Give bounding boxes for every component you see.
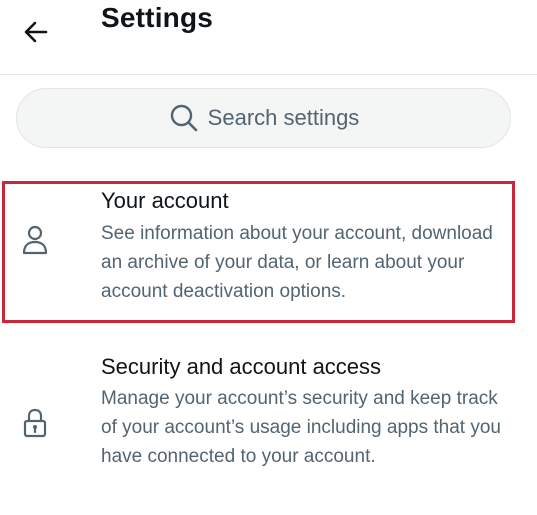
search-placeholder: Search settings bbox=[207, 105, 360, 130]
search-icon bbox=[168, 102, 200, 134]
person-icon bbox=[19, 223, 51, 259]
arrow-left-icon bbox=[22, 18, 50, 51]
top-bar: Settings bbox=[0, 0, 537, 75]
lock-icon bbox=[19, 405, 51, 441]
settings-item-description: See information about your account, down… bbox=[101, 223, 493, 302]
settings-item-description: Manage your account’s security and keep … bbox=[101, 388, 501, 467]
settings-item-security[interactable]: Security and account access Manage your … bbox=[0, 344, 537, 504]
search-input[interactable]: Search settings bbox=[16, 88, 511, 148]
settings-item-your-account[interactable]: Your account See information about your … bbox=[0, 180, 537, 325]
settings-item-title: Security and account access bbox=[101, 354, 382, 379]
page-title: Settings bbox=[101, 2, 214, 33]
settings-item-title: Your account bbox=[101, 188, 229, 213]
back-button[interactable] bbox=[16, 16, 56, 52]
